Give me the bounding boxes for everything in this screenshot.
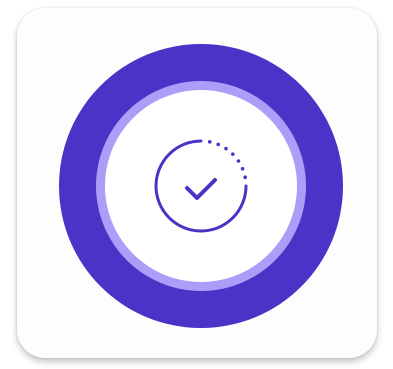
progress-dot bbox=[240, 166, 245, 171]
progress-dot bbox=[231, 152, 235, 156]
progress-dot bbox=[207, 140, 212, 144]
app-logo bbox=[59, 44, 343, 328]
app-icon-tile[interactable] bbox=[17, 8, 377, 358]
progress-dot bbox=[243, 175, 247, 180]
progress-dot bbox=[224, 146, 228, 151]
screen bbox=[0, 0, 393, 369]
progress-dot bbox=[216, 142, 221, 147]
center-disc bbox=[105, 90, 297, 282]
progress-dot bbox=[236, 159, 241, 163]
